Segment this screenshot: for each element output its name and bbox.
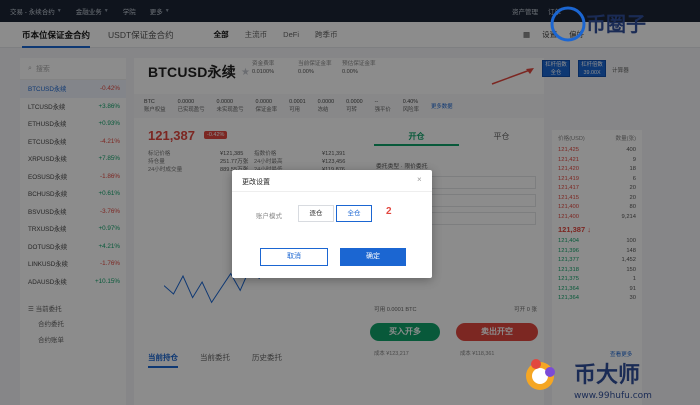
account-mode-label: 账户模式 — [256, 213, 282, 220]
watermark-logo-top: 币圈子 — [550, 6, 646, 42]
confirm-button[interactable]: 确定 — [340, 248, 406, 266]
watermark-bottom-text: 币大师 — [574, 362, 640, 388]
change-settings-dialog: 更改设置 × 账户模式 逐仓 全仓 2 取消 确定 — [232, 170, 432, 278]
watermark-top-text: 币圈子 — [586, 12, 646, 36]
step-number-annotation: 2 — [386, 206, 392, 217]
watermark-url: www.99hufu.com — [574, 391, 652, 401]
cancel-button[interactable]: 取消 — [260, 248, 328, 266]
dialog-title: 更改设置 — [242, 179, 270, 186]
isolated-margin-option[interactable]: 逐仓 — [298, 205, 334, 222]
cross-margin-option[interactable]: 全仓 — [336, 205, 372, 222]
watermark-logo-bottom: 币大师 www.99hufu.com — [526, 359, 652, 401]
close-icon[interactable]: × — [417, 175, 422, 184]
dialog-divider — [232, 191, 432, 192]
